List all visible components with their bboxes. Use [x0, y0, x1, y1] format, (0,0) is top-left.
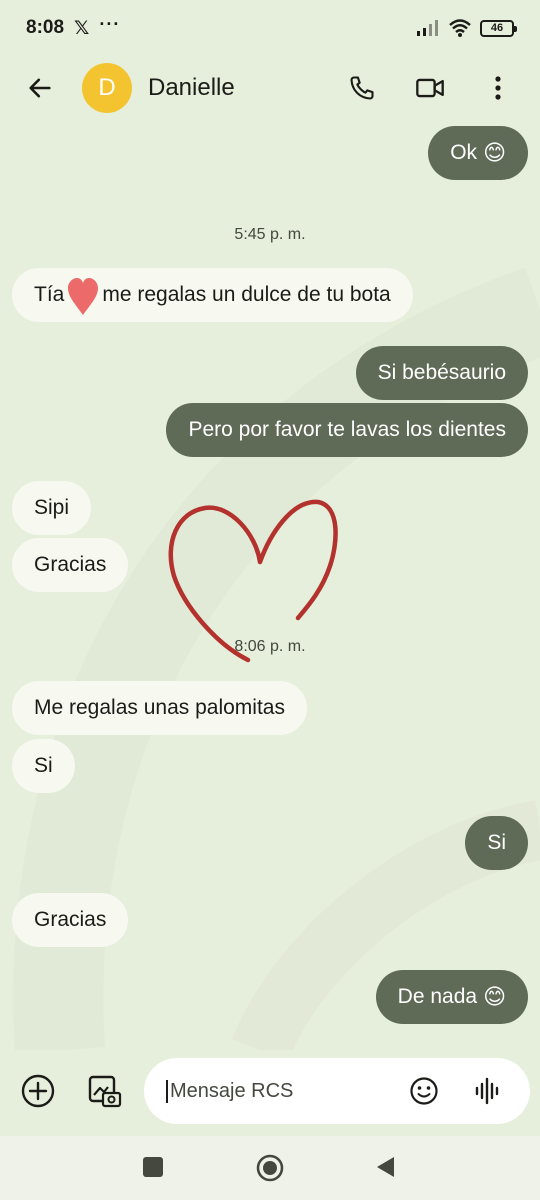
avatar-letter: D	[98, 74, 116, 101]
message-text: De nada	[397, 985, 478, 1008]
avatar[interactable]: D	[82, 63, 132, 113]
home-button[interactable]	[256, 1154, 284, 1182]
incoming-message[interactable]: Sipi	[12, 481, 92, 535]
outgoing-message[interactable]: De nada 😊	[375, 970, 528, 1024]
outgoing-message[interactable]: Ok 😊	[428, 126, 528, 180]
composer-bar	[0, 1046, 540, 1136]
message-field[interactable]	[144, 1058, 530, 1124]
incoming-message[interactable]: Tía me regalas un dulce de tu bota	[12, 268, 413, 322]
message-text: Si	[487, 831, 506, 854]
message-text: Gracias	[34, 908, 107, 931]
back-button[interactable]	[374, 1155, 396, 1179]
back-arrow-icon[interactable]	[20, 68, 60, 108]
outgoing-message[interactable]: Pero por favor te lavas los dientes	[166, 403, 528, 457]
heart-icon	[68, 278, 99, 315]
add-attachment-icon[interactable]	[18, 1071, 58, 1111]
message-text: Si	[34, 754, 53, 777]
battery-level: 46	[490, 22, 504, 34]
message-text: Tía	[34, 283, 65, 306]
status-time: 8:08	[26, 17, 65, 38]
message-text: Ok	[450, 141, 478, 164]
incoming-message[interactable]: Gracias	[12, 538, 129, 592]
message-text: Me regalas unas palomitas	[34, 696, 285, 719]
message-text: Pero por favor te lavas los dientes	[188, 418, 506, 441]
outgoing-message[interactable]: Si	[465, 816, 528, 870]
more-notifications-icon: ···	[99, 13, 121, 34]
wifi-icon	[449, 19, 471, 37]
smile-emoji-icon: 😊	[483, 140, 506, 165]
phone-icon[interactable]	[344, 70, 380, 106]
emoji-icon[interactable]	[406, 1073, 442, 1109]
message-input[interactable]	[166, 1079, 386, 1103]
system-nav-bar	[0, 1136, 540, 1200]
video-call-icon[interactable]	[412, 70, 448, 106]
timestamp: 5:45 p. m.	[234, 226, 306, 243]
smile-emoji-icon: 😊	[483, 984, 506, 1009]
incoming-message[interactable]: Si	[12, 739, 75, 793]
x-logo-icon: 𝕏	[74, 17, 90, 39]
status-bar: 8:08 𝕏 ··· 46	[0, 0, 540, 56]
outgoing-message[interactable]: Si bebésaurio	[355, 346, 528, 400]
message-text: me regalas un dulce de tu bota	[102, 283, 391, 306]
gallery-camera-icon[interactable]	[84, 1071, 124, 1111]
message-text: Sipi	[34, 496, 70, 519]
recents-button[interactable]	[142, 1156, 164, 1178]
timestamp: 8:06 p. m.	[234, 638, 306, 655]
voice-message-icon[interactable]	[470, 1073, 506, 1109]
incoming-message[interactable]: Me regalas unas palomitas	[12, 681, 307, 735]
conversation-header: D Danielle	[0, 58, 540, 118]
incoming-message[interactable]: Gracias	[12, 893, 129, 947]
signal-icon	[417, 20, 438, 36]
message-text: Gracias	[34, 553, 107, 576]
contact-name[interactable]: Danielle	[148, 74, 235, 102]
message-text: Si bebésaurio	[377, 361, 506, 384]
more-vert-icon[interactable]	[480, 70, 516, 106]
battery-icon: 46	[480, 19, 517, 37]
